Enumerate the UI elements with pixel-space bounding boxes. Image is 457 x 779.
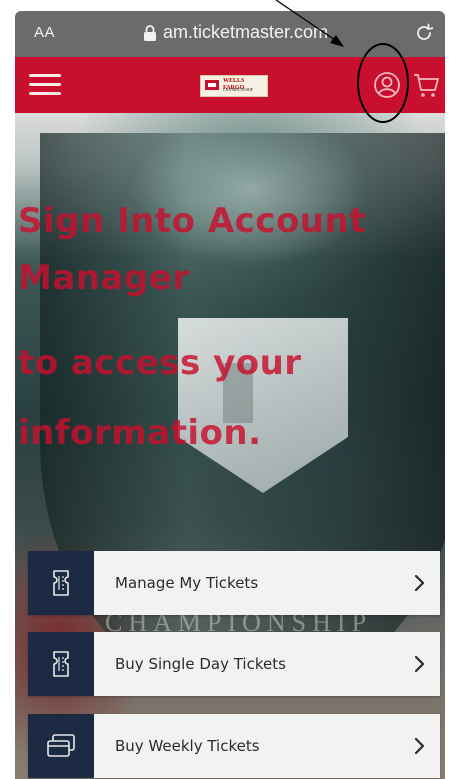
reload-icon[interactable] — [413, 22, 435, 44]
cards-icon — [47, 734, 75, 757]
brand-subtitle: CHAMPIONSHIP — [223, 87, 254, 92]
flag-icon — [205, 80, 219, 90]
account-icon[interactable] — [371, 69, 403, 101]
card-label: Buy Weekly Tickets — [115, 737, 260, 755]
manage-my-tickets-button[interactable]: Manage My Tickets — [28, 551, 440, 615]
ticket-icon — [53, 570, 69, 596]
chevron-right-icon — [414, 655, 425, 673]
url-text: am.ticketmaster.com — [163, 22, 329, 42]
menu-icon[interactable] — [29, 74, 61, 96]
page-subtitle: to access your information. — [18, 328, 438, 468]
app-header: WELLS FARGO CHAMPIONSHIP — [15, 57, 445, 113]
address-field[interactable]: am.ticketmaster.com — [143, 22, 328, 43]
page-title: Sign Into Account Manager — [18, 193, 438, 307]
buy-weekly-tickets-button[interactable]: Buy Weekly Tickets — [28, 714, 440, 778]
page-subtitle-line: information. — [18, 413, 262, 453]
buy-single-day-tickets-button[interactable]: Buy Single Day Tickets — [28, 632, 440, 696]
brand-logo[interactable]: WELLS FARGO CHAMPIONSHIP — [200, 75, 268, 97]
cart-icon[interactable] — [412, 71, 440, 99]
chevron-right-icon — [414, 737, 425, 755]
ticket-icon — [53, 651, 69, 677]
chevron-right-icon — [414, 574, 425, 592]
page-title-line: Sign Into Account — [18, 201, 366, 241]
browser-address-bar: AA am.ticketmaster.com — [15, 11, 445, 57]
page-title-line: Manager — [18, 258, 190, 298]
lock-icon — [144, 24, 156, 41]
page-subtitle-line: to access your — [18, 343, 302, 383]
card-label: Buy Single Day Tickets — [115, 655, 286, 673]
text-size-button[interactable]: AA — [34, 24, 55, 41]
card-label: Manage My Tickets — [115, 574, 259, 592]
